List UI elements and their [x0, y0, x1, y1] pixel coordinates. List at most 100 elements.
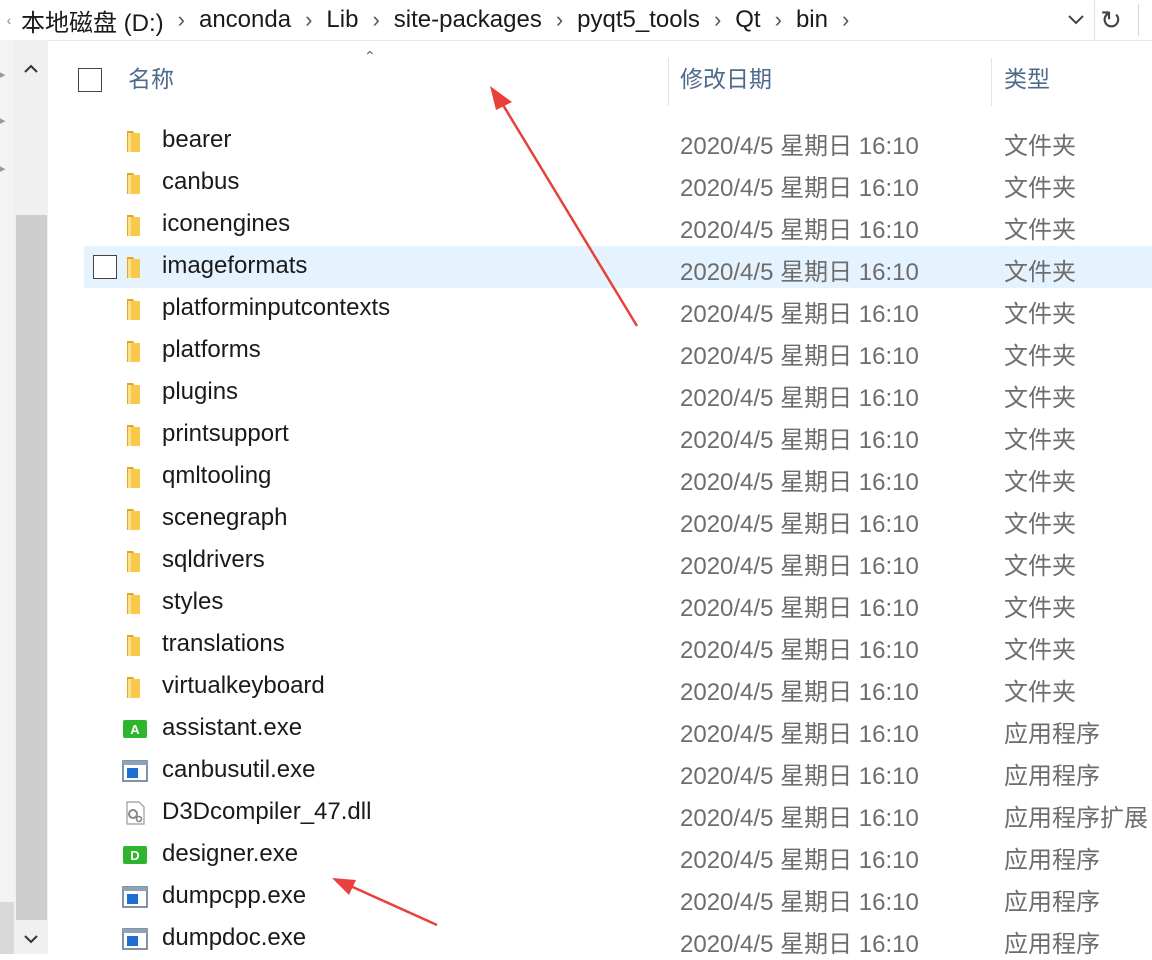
scroll-down-button[interactable]	[14, 924, 48, 954]
file-type: 应用程序	[1004, 847, 1100, 874]
breadcrumb-item[interactable]: bin	[793, 6, 831, 34]
folder-icon	[122, 212, 148, 238]
file-type: 应用程序	[1004, 721, 1100, 748]
breadcrumb-item[interactable]: site-packages	[391, 6, 545, 34]
folder-icon	[122, 506, 148, 532]
file-row[interactable]: Ddesigner.exe 2020/4/5 星期日 16:10 应用程序	[84, 834, 1152, 876]
file-row[interactable]: styles 2020/4/5 星期日 16:10 文件夹	[84, 582, 1152, 624]
row-checkbox[interactable]	[93, 255, 117, 279]
file-row[interactable]: Aassistant.exe 2020/4/5 星期日 16:10 应用程序	[84, 708, 1152, 750]
file-name: platforminputcontexts	[162, 294, 391, 321]
file-row[interactable]: platforminputcontexts 2020/4/5 星期日 16:10 文…	[84, 288, 1152, 330]
modified-date: 2020/4/5 星期日 16:10	[680, 511, 919, 538]
scroll-up-button[interactable]	[14, 54, 48, 84]
breadcrumb-chevron-icon[interactable]: ›	[545, 7, 574, 33]
chevron-up-icon	[24, 64, 38, 73]
modified-date: 2020/4/5 星期日 16:10	[680, 259, 919, 286]
folder-icon	[122, 632, 148, 658]
folder-icon	[122, 674, 148, 700]
breadcrumb-chevron-icon[interactable]: ›	[703, 7, 732, 33]
column-header-date[interactable]: 修改日期	[680, 60, 772, 94]
file-type: 文件夹	[1004, 637, 1076, 664]
search-box-edge[interactable]	[1138, 4, 1152, 36]
sort-ascending-icon: ⌃	[364, 48, 376, 64]
file-name: styles	[162, 588, 224, 615]
file-row[interactable]: iconengines 2020/4/5 星期日 16:10 文件夹	[84, 204, 1152, 246]
expand-chevron-icon[interactable]: ▸	[0, 114, 10, 127]
folder-icon	[122, 296, 148, 322]
application-icon: D	[122, 842, 148, 868]
breadcrumb-item[interactable]: 本地磁盘 (D:)	[18, 3, 167, 38]
application-icon: A	[122, 716, 148, 742]
file-name: imageformats	[162, 252, 308, 279]
refresh-button[interactable]: ↻	[1094, 0, 1127, 40]
modified-date: 2020/4/5 星期日 16:10	[680, 805, 919, 832]
modified-date: 2020/4/5 星期日 16:10	[680, 553, 919, 580]
file-row[interactable]: printsupport 2020/4/5 星期日 16:10 文件夹	[84, 414, 1152, 456]
column-header-type[interactable]: 类型	[1004, 60, 1050, 94]
column-divider[interactable]	[991, 58, 992, 106]
file-row[interactable]: canbusutil.exe 2020/4/5 星期日 16:10 应用程序	[84, 750, 1152, 792]
file-row[interactable]: bearer 2020/4/5 星期日 16:10 文件夹	[84, 120, 1152, 162]
column-divider[interactable]	[668, 58, 669, 106]
file-row[interactable]: sqldrivers 2020/4/5 星期日 16:10 文件夹	[84, 540, 1152, 582]
file-name: plugins	[162, 378, 239, 405]
breadcrumb-item[interactable]: anconda	[196, 6, 294, 34]
breadcrumb-item[interactable]: Qt	[732, 6, 763, 34]
file-name: sqldrivers	[162, 546, 265, 573]
file-type: 文件夹	[1004, 679, 1076, 706]
folder-icon	[122, 464, 148, 490]
file-row[interactable]: canbus 2020/4/5 星期日 16:10 文件夹	[84, 162, 1152, 204]
file-type: 文件夹	[1004, 553, 1076, 580]
application-icon	[122, 884, 148, 910]
file-name: translations	[162, 630, 285, 657]
scrollbar-thumb[interactable]	[16, 215, 47, 920]
file-type: 应用程序	[1004, 889, 1100, 916]
column-header-name[interactable]: 名称	[128, 60, 174, 94]
back-chevron-icon[interactable]: ‹	[0, 12, 18, 28]
file-type: 文件夹	[1004, 385, 1076, 412]
folder-icon	[122, 380, 148, 406]
modified-date: 2020/4/5 星期日 16:10	[680, 301, 919, 328]
modified-date: 2020/4/5 星期日 16:10	[680, 469, 919, 496]
file-row[interactable]: translations 2020/4/5 星期日 16:10 文件夹	[84, 624, 1152, 666]
dll-file-icon	[122, 800, 148, 826]
breadcrumb-item[interactable]: Lib	[323, 6, 361, 34]
modified-date: 2020/4/5 星期日 16:10	[680, 595, 919, 622]
breadcrumb-item[interactable]: pyqt5_tools	[574, 6, 703, 34]
svg-text:D: D	[130, 848, 139, 863]
file-name: D3Dcompiler_47.dll	[162, 798, 372, 825]
address-bar[interactable]: ‹ 本地磁盘 (D:) › anconda › Lib › site-packages › py…	[0, 0, 1152, 41]
file-row[interactable]: virtualkeyboard 2020/4/5 星期日 16:10 文件夹	[84, 666, 1152, 708]
file-row[interactable]: platforms 2020/4/5 星期日 16:10 文件夹	[84, 330, 1152, 372]
breadcrumb-chevron-icon[interactable]: ›	[361, 7, 390, 33]
select-all-checkbox[interactable]	[78, 68, 102, 92]
file-row[interactable]: plugins 2020/4/5 星期日 16:10 文件夹	[84, 372, 1152, 414]
breadcrumb-chevron-icon[interactable]: ›	[764, 7, 793, 33]
file-row[interactable]: qmltooling 2020/4/5 星期日 16:10 文件夹	[84, 456, 1152, 498]
file-row[interactable]: dumpcpp.exe 2020/4/5 星期日 16:10 应用程序	[84, 876, 1152, 918]
file-type: 文件夹	[1004, 301, 1076, 328]
file-name: designer.exe	[162, 840, 299, 867]
modified-date: 2020/4/5 星期日 16:10	[680, 427, 919, 454]
breadcrumb-chevron-icon[interactable]: ›	[294, 7, 323, 33]
file-type: 文件夹	[1004, 511, 1076, 538]
file-name: dumpdoc.exe	[162, 924, 307, 951]
file-type: 文件夹	[1004, 259, 1076, 286]
file-name: canbusutil.exe	[162, 756, 316, 783]
breadcrumb-chevron-icon[interactable]: ›	[831, 7, 860, 33]
breadcrumb-chevron-icon[interactable]: ›	[167, 7, 196, 33]
modified-date: 2020/4/5 星期日 16:10	[680, 763, 919, 790]
vertical-scrollbar[interactable]	[14, 40, 48, 954]
expand-chevron-icon[interactable]: ▸	[0, 162, 10, 175]
modified-date: 2020/4/5 星期日 16:10	[680, 637, 919, 664]
file-row[interactable]: scenegraph 2020/4/5 星期日 16:10 文件夹	[84, 498, 1152, 540]
address-dropdown-button[interactable]	[1062, 0, 1090, 40]
expand-chevron-icon[interactable]: ▸	[0, 68, 10, 81]
file-name: iconengines	[162, 210, 291, 237]
application-icon	[122, 758, 148, 784]
file-row[interactable]: imageformats 2020/4/5 星期日 16:10 文件夹	[84, 246, 1152, 288]
file-type: 文件夹	[1004, 595, 1076, 622]
file-row[interactable]: D3Dcompiler_47.dll 2020/4/5 星期日 16:10 应用程序…	[84, 792, 1152, 834]
file-type: 文件夹	[1004, 133, 1076, 160]
